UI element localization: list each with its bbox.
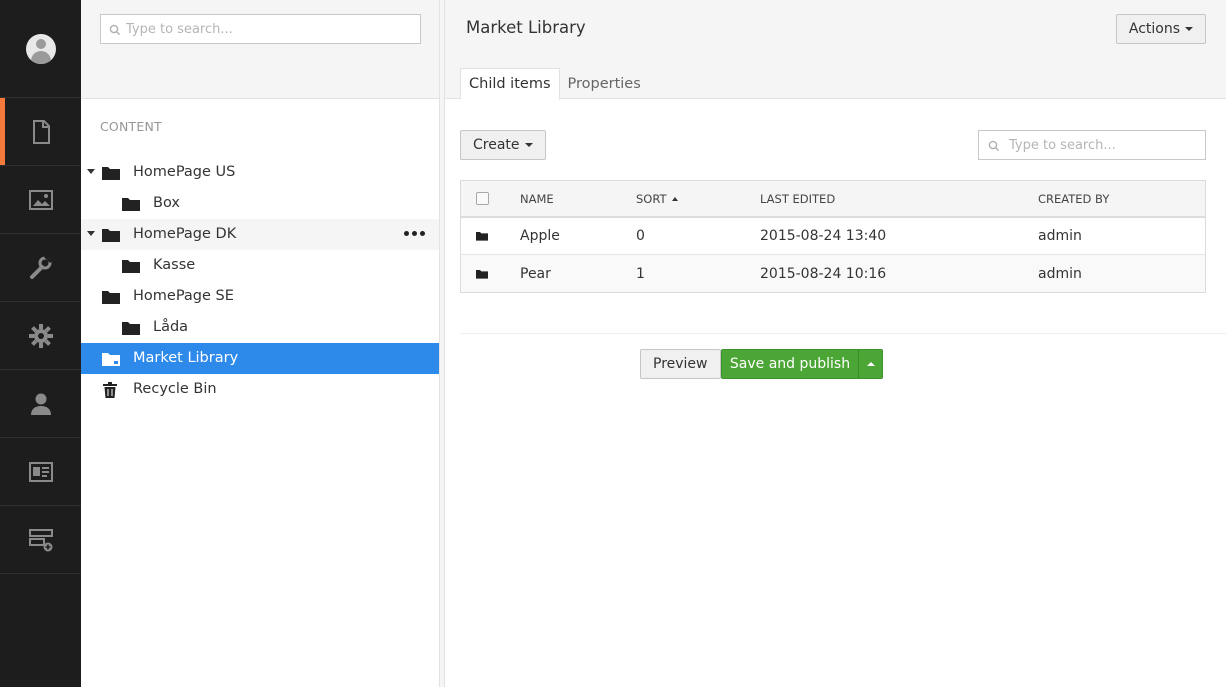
- layout-add-icon: [28, 528, 53, 551]
- row-last-edited: 2015-08-24 10:16: [760, 265, 887, 282]
- user-avatar-area: [0, 0, 81, 98]
- tree-node-homepage-us[interactable]: HomePage US: [81, 157, 439, 188]
- row-name[interactable]: Apple: [520, 218, 560, 254]
- row-icon-cell: [476, 218, 488, 254]
- column-header-name[interactable]: NAME: [520, 181, 554, 216]
- tree-node-homepage-se[interactable]: HomePage SE: [81, 281, 439, 312]
- folder-icon: [476, 269, 488, 279]
- rail-item-members[interactable]: [0, 438, 81, 506]
- table-row[interactable]: Apple 0 2015-08-24 13:40 admin: [461, 218, 1205, 255]
- create-label: Create: [473, 137, 520, 153]
- tree-node-homepage-dk[interactable]: HomePage DK: [81, 219, 439, 250]
- gear-icon: [28, 323, 53, 348]
- rail-item-developer[interactable]: [0, 302, 81, 370]
- select-all-cell: [476, 181, 489, 216]
- rail-item-forms[interactable]: [0, 506, 81, 574]
- caret-down-icon[interactable]: [87, 169, 95, 174]
- tree-node-label: Box: [153, 195, 180, 211]
- rail-item-content[interactable]: [0, 98, 81, 166]
- row-sort: 0: [636, 228, 645, 244]
- user-icon: [30, 393, 51, 415]
- row-created-by: admin: [1038, 265, 1082, 282]
- list-toolbar: Create: [460, 130, 1206, 160]
- tree-node-lada[interactable]: Låda: [81, 312, 439, 343]
- tree-node-label: Recycle Bin: [133, 381, 217, 397]
- row-last-edited: 2015-08-24 13:40: [760, 228, 887, 244]
- footer-divider: [460, 333, 1226, 334]
- tree-node-label: HomePage US: [133, 164, 236, 180]
- tree-node-label: Market Library: [133, 350, 239, 366]
- id-card-icon: [28, 461, 53, 482]
- folder-icon: [102, 229, 120, 242]
- trash-icon: [103, 382, 117, 398]
- image-icon: [28, 189, 53, 210]
- section-nav-rail: [0, 0, 81, 687]
- tree-node-recycle-bin[interactable]: Recycle Bin: [81, 374, 439, 405]
- tree-nodes: HomePage US Box HomePage DK Kasse HomePa…: [81, 157, 439, 405]
- list-search-input[interactable]: [979, 131, 1205, 159]
- chevron-down-icon: [1185, 27, 1193, 31]
- folder-icon: [122, 322, 140, 335]
- tree-header: [81, 0, 439, 99]
- sort-ascending-icon: [671, 196, 678, 201]
- create-button[interactable]: Create: [460, 130, 546, 160]
- search-icon: [988, 140, 1000, 152]
- tree-search: [100, 14, 421, 44]
- preview-button[interactable]: Preview: [640, 349, 721, 379]
- tree-node-market-library[interactable]: Market Library: [81, 343, 439, 374]
- publish-options-button[interactable]: [858, 349, 883, 379]
- tree-node-label: HomePage DK: [133, 226, 237, 242]
- chevron-up-icon: [866, 362, 875, 366]
- caret-down-icon[interactable]: [87, 231, 95, 236]
- row-icon-cell: [476, 255, 488, 292]
- table-row[interactable]: Pear 1 2015-08-24 10:16 admin: [461, 255, 1205, 292]
- tree-node-label: Kasse: [153, 257, 196, 273]
- row-name[interactable]: Pear: [520, 255, 551, 292]
- tree-node-kasse[interactable]: Kasse: [81, 250, 439, 281]
- row-sort: 1: [636, 265, 645, 282]
- tree-node-label: HomePage SE: [133, 288, 234, 304]
- editor-header: Market Library Actions Child items Prope…: [445, 0, 1226, 100]
- rail-item-media[interactable]: [0, 166, 81, 234]
- folder-icon: [102, 353, 120, 366]
- rail-item-users[interactable]: [0, 370, 81, 438]
- column-header-created-by[interactable]: CREATED BY: [1038, 181, 1109, 216]
- tree-search-input[interactable]: [101, 15, 420, 43]
- wrench-icon: [29, 254, 52, 279]
- folder-icon: [122, 260, 140, 273]
- document-icon: [32, 119, 50, 144]
- folder-icon: [476, 232, 488, 241]
- child-items-table: NAME SORT LAST EDITED CREATED BY Apple 0…: [460, 180, 1206, 293]
- column-header-last-edited[interactable]: LAST EDITED: [760, 181, 835, 216]
- list-search: [978, 130, 1206, 160]
- content-tree-panel: CONTENT HomePage US Box HomePage DK Kass…: [81, 0, 439, 687]
- tab-properties[interactable]: Properties: [560, 68, 649, 99]
- actions-button[interactable]: Actions: [1115, 14, 1206, 44]
- select-all-checkbox[interactable]: [476, 192, 489, 205]
- column-header-sort[interactable]: SORT: [636, 181, 678, 216]
- more-options-icon[interactable]: [404, 231, 425, 236]
- table-header-row: NAME SORT LAST EDITED CREATED BY: [461, 181, 1205, 218]
- column-header-sort-label: SORT: [636, 191, 667, 206]
- tree-node-label: Låda: [153, 319, 189, 335]
- editor-tabs: Child items Properties: [460, 68, 649, 100]
- tree-node-box[interactable]: Box: [81, 188, 439, 219]
- editor-panel: Market Library Actions Child items Prope…: [445, 0, 1226, 687]
- avatar[interactable]: [25, 33, 56, 64]
- folder-icon: [102, 291, 120, 304]
- tab-child-items[interactable]: Child items: [460, 68, 560, 100]
- chevron-down-icon: [524, 143, 533, 147]
- row-created-by: admin: [1038, 228, 1082, 244]
- rail-item-settings[interactable]: [0, 234, 81, 302]
- save-and-publish-button[interactable]: Save and publish: [721, 349, 859, 379]
- actions-label: Actions: [1128, 21, 1180, 37]
- section-label: CONTENT: [100, 119, 162, 134]
- search-icon: [109, 24, 121, 36]
- folder-icon: [102, 167, 120, 180]
- folder-icon: [122, 198, 140, 211]
- page-title: Market Library: [466, 18, 586, 37]
